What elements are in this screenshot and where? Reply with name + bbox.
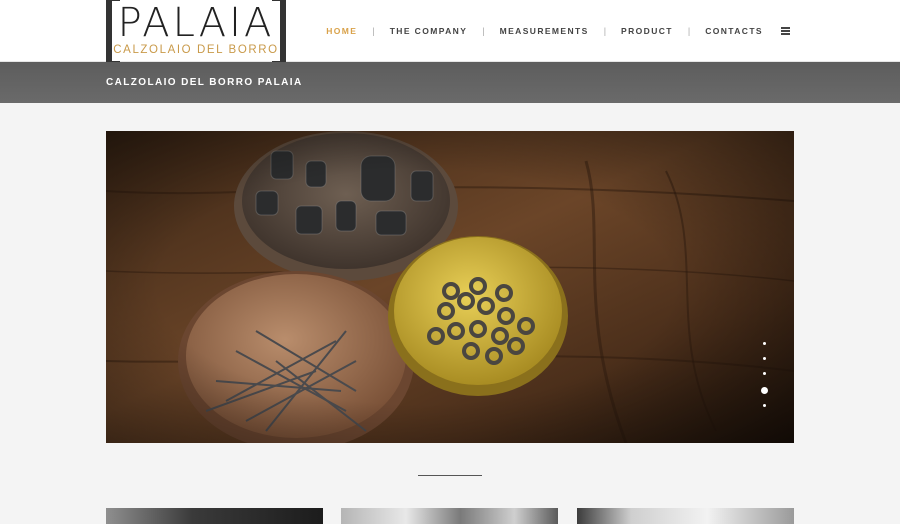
nav-separator: | — [687, 26, 691, 36]
logo-title: PALAIA — [117, 0, 275, 46]
nav-separator: | — [603, 26, 607, 36]
gallery-thumbnail[interactable] — [341, 508, 558, 524]
slider-dot[interactable] — [762, 372, 766, 375]
nav-separator: | — [372, 26, 375, 36]
hero-slider[interactable] — [106, 131, 794, 443]
nav-item-product[interactable]: PRODUCT — [621, 24, 673, 38]
nav-separator: | — [482, 26, 485, 36]
page-title-bar: CALZOLAIO DEL BORRO PALAIA — [0, 62, 900, 103]
slider-dot[interactable] — [762, 357, 766, 360]
slider-dot-active[interactable] — [760, 387, 768, 394]
logo-subtitle: CALZOLAIO DEL BORRO — [113, 44, 279, 56]
gallery-thumbnail[interactable] — [106, 508, 323, 524]
nav-item-home[interactable]: HOME — [326, 24, 357, 38]
main-nav: HOME | THE COMPANY | MEASUREMENTS | PROD… — [326, 24, 790, 38]
nav-item-contacts[interactable]: CONTACTS — [705, 24, 763, 38]
site-logo[interactable]: PALAIA CALZOLAIO DEL BORRO — [106, 0, 286, 62]
hero-slide-image — [106, 131, 794, 443]
slider-dot[interactable] — [762, 342, 766, 345]
site-header: PALAIA CALZOLAIO DEL BORRO HOME | THE CO… — [0, 0, 900, 62]
page-title: CALZOLAIO DEL BORRO PALAIA — [106, 77, 303, 88]
hamburger-menu-icon[interactable] — [781, 27, 790, 35]
nav-item-measurements[interactable]: MEASUREMENTS — [500, 24, 589, 38]
nav-item-the-company[interactable]: THE COMPANY — [390, 24, 468, 38]
slider-pagination — [760, 342, 768, 419]
gallery-thumbnail[interactable] — [577, 508, 794, 524]
section-divider — [418, 475, 482, 476]
slider-dot[interactable] — [762, 404, 766, 407]
